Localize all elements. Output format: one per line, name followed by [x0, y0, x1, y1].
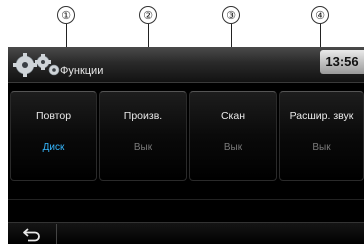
option-label: Повтор — [35, 110, 72, 122]
option-label: Расшир. звук — [289, 110, 354, 122]
option-repeat[interactable]: Повтор Диск — [10, 91, 97, 181]
callout-4: ④ — [311, 6, 329, 24]
gear-icon — [13, 53, 60, 77]
divider — [8, 199, 364, 200]
callout-1: ① — [57, 6, 75, 24]
back-arrow-icon — [23, 228, 40, 242]
option-random[interactable]: Произв. Вык — [99, 91, 187, 181]
header-bar: Функции 13:56 — [8, 47, 364, 83]
option-value: Вык — [133, 142, 153, 153]
callout-2: ② — [139, 6, 157, 24]
option-value: Вык — [223, 142, 243, 153]
bottom-bar — [8, 222, 364, 244]
option-value: Диск — [42, 142, 65, 153]
option-label: Произв. — [123, 110, 163, 122]
callout-3: ③ — [222, 6, 240, 24]
function-options: Повтор Диск Произв. Вык Скан Вык Расшир.… — [8, 91, 364, 183]
clock: 13:56 — [320, 50, 364, 74]
page-title: Функции — [60, 65, 104, 77]
option-sound-retriever[interactable]: Расшир. звук Вык — [279, 91, 364, 181]
option-value: Вык — [312, 142, 331, 153]
device-screen: Функции 13:56 Повтор Диск Произв. Вык Ск… — [8, 47, 364, 244]
option-label: Скан — [220, 110, 246, 122]
option-scan[interactable]: Скан Вык — [189, 91, 277, 181]
back-button[interactable] — [12, 224, 57, 244]
